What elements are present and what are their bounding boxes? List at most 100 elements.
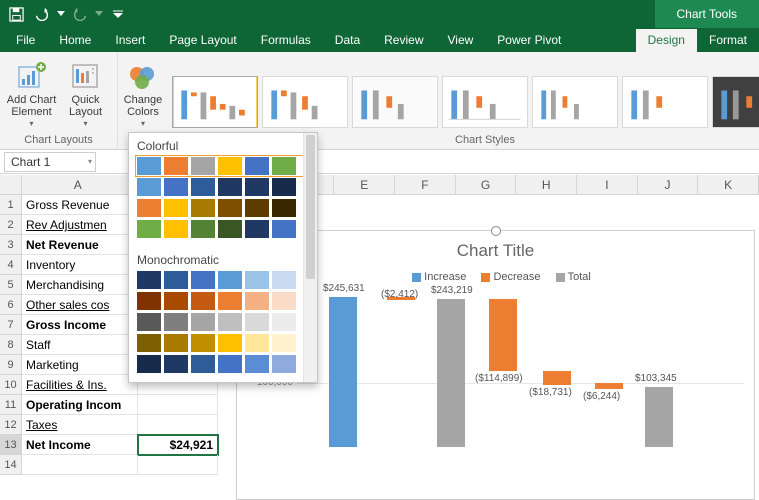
cell[interactable]: Marketing — [22, 355, 138, 375]
save-icon[interactable] — [4, 3, 28, 25]
chart-bar-decrease[interactable] — [543, 371, 571, 385]
redo-icon[interactable] — [68, 3, 92, 25]
tab-format[interactable]: Format — [697, 29, 759, 52]
cell[interactable]: Facilities & Ins. — [22, 375, 138, 395]
cell[interactable]: Gross Income — [22, 315, 138, 335]
col-header-e[interactable]: E — [334, 175, 395, 194]
tab-design[interactable]: Design — [636, 29, 697, 52]
col-header-f[interactable]: F — [395, 175, 456, 194]
chevron-down-icon: ▾ — [141, 118, 145, 130]
tab-data[interactable]: Data — [323, 29, 372, 52]
color-swatch — [164, 292, 188, 310]
col-header-h[interactable]: H — [516, 175, 577, 194]
color-swatch — [191, 313, 215, 331]
row-header[interactable]: 5 — [0, 275, 22, 295]
name-box[interactable]: Chart 1 ▾ — [4, 152, 96, 172]
row-header[interactable]: 10 — [0, 375, 22, 395]
row-header[interactable]: 4 — [0, 255, 22, 275]
tab-home[interactable]: Home — [47, 29, 103, 52]
qat-customize-icon[interactable] — [106, 3, 130, 25]
color-scheme-option[interactable] — [137, 292, 303, 310]
chevron-down-icon[interactable]: ▾ — [88, 157, 92, 166]
quick-layout-button[interactable]: Quick Layout ▾ — [60, 58, 112, 130]
tab-file[interactable]: File — [4, 29, 47, 52]
row-header[interactable]: 6 — [0, 295, 22, 315]
chart-bar-total[interactable] — [645, 387, 673, 447]
chart-bar-total[interactable] — [437, 299, 465, 447]
row-header[interactable]: 2 — [0, 215, 22, 235]
col-header-g[interactable]: G — [456, 175, 517, 194]
col-header-j[interactable]: J — [638, 175, 699, 194]
cell[interactable]: Rev Adjustmen — [22, 215, 138, 235]
chart-style-5[interactable] — [532, 76, 618, 128]
cell[interactable]: Net Income — [22, 435, 138, 455]
cell[interactable]: Operating Incom — [22, 395, 138, 415]
redo-dropdown-icon[interactable] — [94, 3, 104, 25]
undo-dropdown-icon[interactable] — [56, 3, 66, 25]
chart-resize-handle-top[interactable] — [491, 226, 501, 236]
color-swatch — [272, 157, 296, 175]
row-header[interactable]: 11 — [0, 395, 22, 415]
chart-style-2[interactable] — [262, 76, 348, 128]
row-header[interactable]: 8 — [0, 335, 22, 355]
chart-style-6[interactable] — [622, 76, 708, 128]
chart-style-1[interactable] — [172, 76, 258, 128]
select-all-corner[interactable] — [0, 175, 22, 194]
tab-formulas[interactable]: Formulas — [249, 29, 323, 52]
cell[interactable] — [138, 455, 218, 475]
row-header[interactable]: 14 — [0, 455, 22, 475]
row-header[interactable]: 3 — [0, 235, 22, 255]
tab-review[interactable]: Review — [372, 29, 435, 52]
tab-power-pivot[interactable]: Power Pivot — [485, 29, 573, 52]
chart-bar-decrease[interactable] — [595, 383, 623, 389]
chart-style-4[interactable] — [442, 76, 528, 128]
color-swatch — [245, 271, 269, 289]
cell[interactable] — [22, 455, 138, 475]
legend-swatch-decrease — [481, 273, 490, 282]
col-header-i[interactable]: I — [577, 175, 638, 194]
tab-page-layout[interactable]: Page Layout — [157, 29, 248, 52]
row-header[interactable]: 9 — [0, 355, 22, 375]
cell[interactable]: Net Revenue — [22, 235, 138, 255]
color-swatch — [191, 199, 215, 217]
color-swatch — [218, 355, 242, 373]
cell[interactable]: $24,921 — [138, 435, 218, 455]
popup-scrollbar[interactable] — [303, 133, 317, 382]
cell[interactable]: Inventory — [22, 255, 138, 275]
color-scheme-option[interactable] — [137, 199, 303, 217]
color-scheme-option[interactable] — [137, 355, 303, 373]
tab-insert[interactable]: Insert — [103, 29, 157, 52]
row-header[interactable]: 7 — [0, 315, 22, 335]
color-scheme-option[interactable] — [137, 271, 303, 289]
chart-styles-gallery[interactable] — [168, 70, 759, 132]
color-scheme-option[interactable] — [137, 157, 303, 175]
cell[interactable]: Staff — [22, 335, 138, 355]
color-scheme-option[interactable] — [137, 178, 303, 196]
chart-tools-contextual-tab: Chart Tools — [655, 0, 759, 28]
chart-style-3[interactable] — [352, 76, 438, 128]
chart-style-7[interactable] — [712, 76, 759, 128]
col-header-k[interactable]: K — [698, 175, 759, 194]
row-header[interactable]: 1 — [0, 195, 22, 215]
chart-bar-increase[interactable] — [329, 297, 357, 447]
color-scheme-option[interactable] — [137, 313, 303, 331]
cell[interactable] — [138, 415, 218, 435]
color-swatch — [245, 220, 269, 238]
color-scheme-option[interactable] — [137, 220, 303, 238]
change-colors-button[interactable]: Change Colors ▾ — [120, 58, 166, 130]
cell[interactable] — [138, 395, 218, 415]
row-header[interactable]: 13 — [0, 435, 22, 455]
scrollbar-thumb[interactable] — [306, 135, 315, 279]
chart-bar-decrease[interactable] — [489, 299, 517, 371]
color-scheme-option[interactable] — [137, 334, 303, 352]
cell[interactable]: Other sales cos — [22, 295, 138, 315]
tab-view[interactable]: View — [436, 29, 486, 52]
cell[interactable]: Merchandising — [22, 275, 138, 295]
col-header-a[interactable]: A — [22, 175, 135, 194]
cell[interactable]: Gross Revenue — [22, 195, 138, 215]
row-header[interactable]: 12 — [0, 415, 22, 435]
color-section-colorful: Colorful — [129, 133, 317, 157]
add-chart-element-button[interactable]: Add Chart Element ▾ — [6, 58, 58, 130]
cell[interactable]: Taxes — [22, 415, 138, 435]
undo-icon[interactable] — [30, 3, 54, 25]
